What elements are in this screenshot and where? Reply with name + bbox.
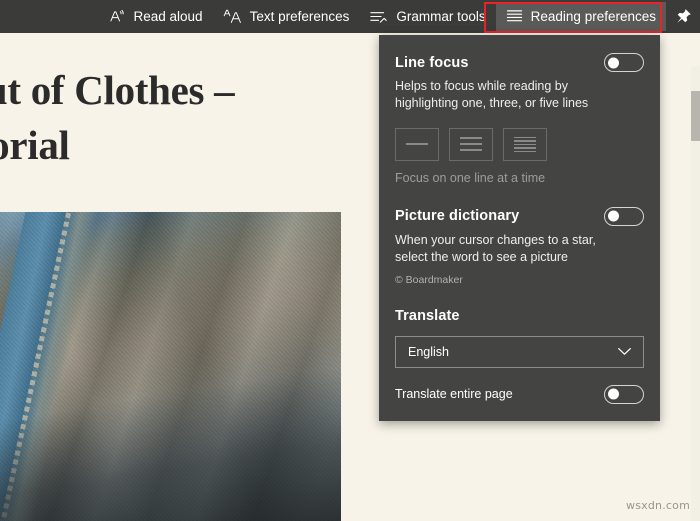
line-focus-options	[395, 127, 644, 161]
reading-preferences-icon	[506, 9, 523, 24]
pin-icon	[675, 8, 692, 25]
line-focus-option-three-lines[interactable]	[449, 127, 493, 161]
focus-line-glyph	[514, 143, 536, 145]
watermark: wsxdn.com	[626, 499, 690, 512]
focus-line-glyph	[514, 147, 536, 149]
reading-preferences-panel: Line focus Helps to focus while reading …	[379, 35, 660, 421]
article-image	[0, 212, 341, 521]
translate-entire-page-row: Translate entire page	[395, 384, 644, 404]
grammar-tools-label: Grammar tools	[396, 8, 486, 24]
text-preferences-icon	[223, 8, 242, 25]
text-preferences-label: Text preferences	[249, 8, 350, 24]
page-title: t Out of Clothes – Tutorial	[0, 67, 235, 168]
line-focus-header: Line focus	[395, 53, 644, 72]
pin-button[interactable]	[666, 0, 700, 33]
picture-dictionary-title: Picture dictionary	[395, 208, 520, 225]
line-focus-toggle-knob	[608, 57, 619, 68]
grammar-tools-icon	[369, 8, 388, 25]
focus-line-glyph	[514, 136, 536, 138]
text-preferences-button[interactable]: Text preferences	[213, 2, 360, 31]
line-focus-toggle[interactable]	[604, 53, 644, 72]
translate-entire-page-toggle[interactable]	[604, 384, 644, 404]
picture-dictionary-attribution: © Boardmaker	[395, 273, 463, 286]
reading-preferences-button[interactable]: Reading preferences	[495, 2, 666, 31]
picture-dictionary-description: When your cursor changes to a star, sele…	[395, 232, 596, 264]
page-scrollbar[interactable]	[691, 66, 700, 521]
focus-line-glyph	[460, 149, 482, 152]
focus-line-glyph	[460, 143, 482, 146]
line-focus-option-one-line[interactable]	[395, 127, 439, 161]
read-aloud-button[interactable]: Read aloud	[99, 2, 213, 31]
picture-dictionary-toggle-knob	[608, 210, 619, 222]
line-focus-caption: Focus on one line at a time	[395, 170, 546, 185]
page-scrollbar-thumb[interactable]	[691, 91, 700, 141]
translate-entire-page-label: Translate entire page	[395, 387, 513, 401]
focus-line-glyph	[514, 140, 536, 142]
focus-line-glyph	[514, 150, 536, 152]
translate-language-value: English	[408, 344, 449, 359]
line-focus-option-five-lines[interactable]	[503, 127, 547, 161]
read-aloud-icon	[109, 8, 126, 25]
immersive-reader-toolbar: Read aloud Text preferences Grammar tool…	[0, 0, 700, 33]
grammar-tools-button[interactable]: Grammar tools	[359, 2, 495, 31]
focus-line-glyph	[460, 137, 482, 140]
chevron-down-icon	[617, 347, 632, 356]
read-aloud-label: Read aloud	[133, 8, 203, 24]
line-focus-description: Helps to focus while reading by highligh…	[395, 79, 589, 110]
translate-title: Translate	[395, 307, 460, 324]
picture-dictionary-header: Picture dictionary	[395, 206, 644, 226]
translate-entire-page-toggle-knob	[608, 388, 619, 400]
picture-dictionary-toggle[interactable]	[604, 206, 644, 226]
line-focus-title: Line focus	[395, 54, 469, 71]
translate-language-select[interactable]: English	[395, 335, 644, 368]
reading-preferences-label: Reading preferences	[530, 8, 656, 24]
focus-line-glyph	[406, 143, 428, 146]
